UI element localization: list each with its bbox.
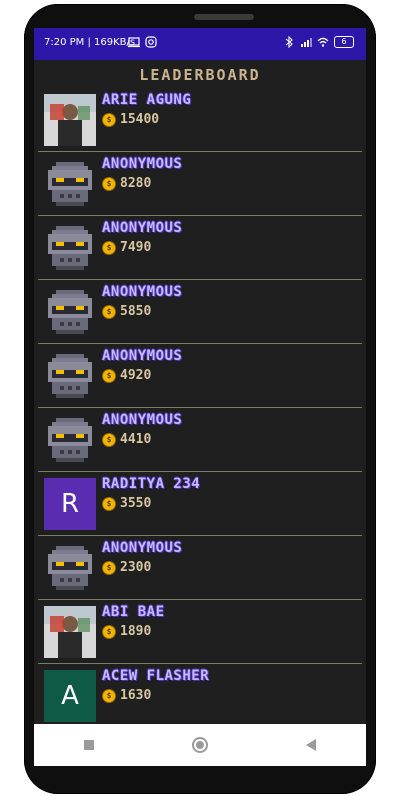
score-value: 5850 [120,304,152,319]
square-icon [84,740,95,750]
avatar: R [44,478,96,530]
avatar [44,542,96,594]
player-name: ACEW FLASHER [102,668,210,684]
letter-avatar: A [44,670,96,722]
coin-icon: $ [102,176,116,191]
signal-icon [301,38,312,47]
status-right-icons: 6 [283,36,354,48]
circle-icon [191,737,208,753]
leaderboard-row[interactable]: A ACEW FLASHER $1630 [34,664,366,728]
avatar [44,222,96,274]
home-button[interactable] [190,735,210,755]
pixel-skull-avatar [44,222,96,274]
coin-icon: $ [102,496,116,511]
coin-icon: $ [102,688,116,703]
score-value: 4920 [120,368,152,383]
pixel-skull-avatar [44,350,96,402]
screen-icon [128,37,140,48]
coin-icon: $ [102,240,116,255]
pixel-skull-avatar [44,414,96,466]
player-name: ANONYMOUS [102,412,183,428]
leaderboard-row[interactable]: ANONYMOUS $7490 [34,216,366,280]
status-bar: 7:20 PM | 169KB/s 6 [34,28,366,60]
score-value: 8280 [120,176,152,191]
avatar [44,606,96,658]
player-score: $4920 [102,368,151,383]
score-value: 7490 [120,240,152,255]
page-title: LEADERBOARD [139,66,261,84]
profile-photo [44,606,96,658]
player-score: $1630 [102,688,151,703]
profile-photo [44,94,96,146]
letter-avatar: R [44,478,96,530]
back-button[interactable] [301,735,321,755]
leaderboard-row[interactable]: ANONYMOUS $8280 [34,152,366,216]
player-name: ABI BAE [102,604,165,620]
pixel-skull-avatar [44,542,96,594]
camera-icon [145,36,157,48]
score-value: 15400 [120,112,160,127]
status-icons [128,36,157,48]
player-name: ANONYMOUS [102,284,183,300]
player-name: ARIE AGUNG [102,92,192,108]
coin-icon: $ [102,560,116,575]
leaderboard-row[interactable]: ANONYMOUS $4920 [34,344,366,408]
coin-icon: $ [102,432,116,447]
leaderboard-row[interactable]: ANONYMOUS $5850 [34,280,366,344]
coin-icon: $ [102,304,116,319]
player-name: RADITYA 234 [102,476,201,492]
avatar [44,350,96,402]
bluetooth-icon [285,36,293,48]
player-score: $8280 [102,176,151,191]
leaderboard-row[interactable]: ANONYMOUS $2300 [34,536,366,600]
coin-icon: $ [102,112,116,127]
navigation-bar [34,724,366,766]
avatar [44,414,96,466]
battery-level: 6 [341,37,347,46]
leaderboard-row[interactable]: ABI BAE $1890 [34,600,366,664]
leaderboard-row[interactable]: ANONYMOUS $4410 [34,408,366,472]
recent-apps-button[interactable] [79,735,99,755]
avatar: A [44,670,96,722]
player-score: $4410 [102,432,151,447]
coin-icon: $ [102,368,116,383]
pixel-skull-avatar [44,158,96,210]
score-value: 1630 [120,688,152,703]
avatar [44,286,96,338]
leaderboard-row[interactable]: ARIE AGUNG $15400 [34,88,366,152]
leaderboard-row[interactable]: R RADITYA 234 $3550 [34,472,366,536]
status-time: 7:20 PM | 169KB/s [44,37,136,48]
app-screen: 7:20 PM | 169KB/s 6 LEADERBOARD ARIE AGU… [34,28,366,766]
phone-speaker [194,14,254,20]
coin-icon: $ [102,624,116,639]
player-name: ANONYMOUS [102,220,183,236]
player-score: $7490 [102,240,151,255]
player-score: $15400 [102,112,159,127]
pixel-skull-avatar [44,286,96,338]
wifi-icon [317,37,329,47]
avatar [44,158,96,210]
battery-icon: 6 [334,36,354,48]
score-value: 4410 [120,432,152,447]
player-score: $2300 [102,560,151,575]
player-name: ANONYMOUS [102,156,183,172]
player-score: $1890 [102,624,151,639]
player-score: $5850 [102,304,151,319]
avatar [44,94,96,146]
leaderboard-list[interactable]: ARIE AGUNG $15400 ANONYMOUS $8280 ANONYMOUS $… [34,88,366,728]
player-score: $3550 [102,496,151,511]
triangle-back-icon [305,739,316,751]
score-value: 1890 [120,624,152,639]
player-name: ANONYMOUS [102,348,183,364]
score-value: 2300 [120,560,152,575]
player-name: ANONYMOUS [102,540,183,556]
score-value: 3550 [120,496,152,511]
